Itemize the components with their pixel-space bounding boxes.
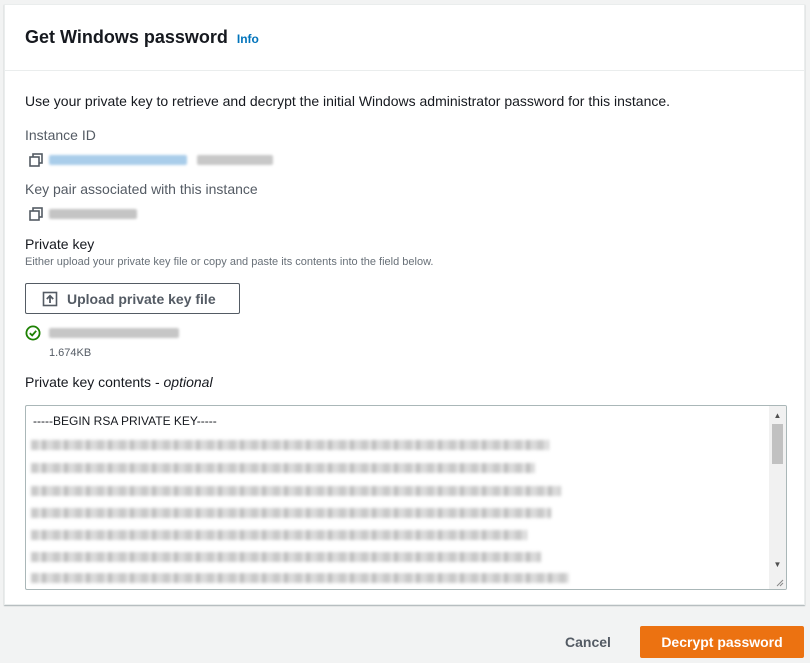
key-line [31, 440, 549, 450]
instance-id-row [29, 153, 273, 167]
check-circle-icon [25, 325, 41, 341]
key-pair-label: Key pair associated with this instance [25, 181, 258, 197]
instance-id-value-suffix [197, 155, 273, 165]
private-key-contents-label: Private key contents - optional [25, 374, 213, 390]
scroll-up-arrow-icon[interactable]: ▲ [769, 408, 786, 422]
private-key-contents-textarea[interactable]: -----BEGIN RSA PRIVATE KEY----- ▲ ▼ [25, 405, 787, 590]
instance-id-value [49, 155, 187, 165]
key-pair-row [29, 207, 137, 221]
info-link[interactable]: Info [237, 32, 259, 46]
upload-private-key-button[interactable]: Upload private key file [25, 283, 240, 314]
panel-header: Get Windows password Info [5, 5, 804, 71]
instance-id-label: Instance ID [25, 127, 96, 143]
scroll-thumb[interactable] [772, 424, 783, 464]
scroll-down-arrow-icon[interactable]: ▼ [769, 557, 786, 571]
upload-button-label: Upload private key file [67, 290, 216, 307]
key-pair-value [49, 209, 137, 219]
key-line [31, 573, 569, 583]
key-line [31, 486, 561, 496]
textarea-scrollbar[interactable]: ▲ ▼ [769, 406, 786, 589]
key-line [31, 508, 551, 518]
cancel-button[interactable]: Cancel [555, 626, 621, 658]
optional-label: optional [163, 374, 213, 390]
get-windows-password-panel: Get Windows password Info Use your priva… [4, 4, 805, 605]
key-line [31, 530, 527, 540]
private-key-label: Private key [25, 236, 95, 252]
page-title: Get Windows password [25, 27, 228, 47]
uploaded-file-row [25, 325, 179, 341]
resize-grip-icon[interactable] [774, 577, 784, 587]
upload-icon [42, 291, 58, 306]
copy-icon[interactable] [29, 207, 43, 221]
key-first-line: -----BEGIN RSA PRIVATE KEY----- [33, 414, 217, 428]
private-key-hint: Either upload your private key file or c… [25, 256, 434, 268]
uploaded-file-name [49, 328, 179, 338]
copy-icon[interactable] [29, 153, 43, 167]
decrypt-password-button[interactable]: Decrypt password [640, 626, 804, 658]
description-text: Use your private key to retrieve and dec… [25, 93, 671, 109]
uploaded-file-size: 1.674KB [49, 347, 92, 359]
key-line [31, 552, 541, 562]
key-line [31, 463, 535, 473]
